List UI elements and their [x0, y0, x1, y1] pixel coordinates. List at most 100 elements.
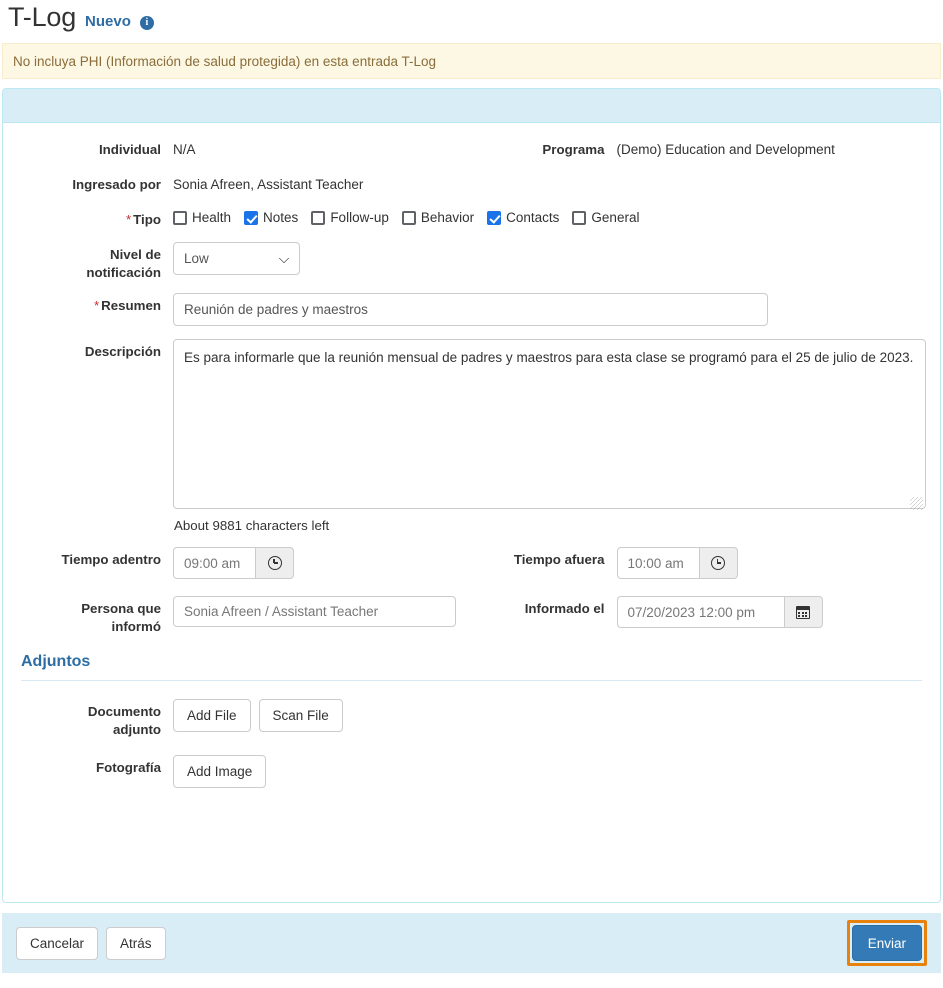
page-subtitle: Nuevo — [85, 13, 131, 30]
field-persona-informo: Persona que informó — [13, 596, 472, 636]
panel-body: Individual N/A Programa (Demo) Education… — [3, 123, 940, 788]
calendar-icon — [796, 605, 810, 619]
tipo-label: * Tipo — [13, 207, 173, 229]
field-individual: Individual N/A — [13, 137, 472, 159]
panel-heading — [3, 89, 940, 123]
informado-el-input[interactable] — [616, 596, 784, 628]
field-programa: Programa (Demo) Education and Developmen… — [472, 137, 931, 159]
informado-el-input-group — [616, 596, 823, 628]
documento-adjunto-buttons: Add File Scan File — [173, 699, 343, 732]
individual-value: N/A — [173, 142, 196, 157]
tiempo-afuera-label: Tiempo afuera — [513, 552, 605, 567]
ingresado-por-label: Ingresado por — [72, 177, 161, 192]
documento-adjunto-label-line1: Documento — [87, 704, 161, 719]
informado-el-label: Informado el — [524, 601, 605, 616]
tiempo-adentro-input-group — [173, 547, 294, 579]
fotografia-buttons: Add Image — [173, 755, 267, 788]
adjuntos-section-title: Adjuntos — [21, 653, 91, 670]
row-documento-adjunto: Documento adjunto Add File Scan File — [13, 699, 930, 739]
descripcion-textarea[interactable]: Es para informarle que la reunión mensua… — [173, 339, 926, 509]
submit-button-highlight: Enviar — [846, 920, 927, 966]
footer-left-buttons: Cancelar Atrás — [16, 926, 166, 960]
informado-el-calendar-button[interactable] — [783, 596, 823, 628]
tiempo-afuera-clock-button[interactable] — [698, 547, 738, 579]
documento-adjunto-label-line2: adjunto — [112, 722, 161, 737]
fotografia-label: Fotografía — [95, 760, 161, 775]
checkbox-general[interactable]: General — [572, 210, 639, 225]
ingresado-por-value: Sonia Afreen, Assistant Teacher — [173, 177, 364, 192]
checkbox-notes[interactable]: Notes — [244, 210, 298, 225]
tipo-label-text: Tipo — [133, 212, 161, 227]
nivel-notificacion-select[interactable]: Low Medium High — [173, 242, 300, 275]
persona-informo-label: Persona que informó — [13, 596, 173, 636]
clock-icon — [711, 556, 725, 570]
form-footer: Cancelar Atrás Enviar — [2, 913, 941, 973]
persona-informo-label-line2: informó — [111, 619, 162, 634]
descripcion-char-count: About 9881 characters left — [174, 518, 330, 533]
row-ingresado-por: Ingresado por Sonia Afreen, Assistant Te… — [13, 172, 930, 194]
row-tiempos: Tiempo adentro Tiempo afuera — [13, 547, 930, 579]
checkbox-behavior-box[interactable] — [401, 210, 416, 225]
scan-file-button[interactable]: Scan File — [258, 699, 343, 732]
checkbox-health[interactable]: Health — [173, 210, 231, 225]
field-tiempo-adentro: Tiempo adentro — [13, 547, 472, 579]
resumen-required-marker: * — [93, 298, 100, 313]
field-tiempo-afuera: Tiempo afuera — [472, 547, 931, 579]
resumen-label: * Resumen — [13, 293, 173, 315]
documento-adjunto-label: Documento adjunto — [13, 699, 173, 739]
page-title: T-Log — [8, 2, 77, 32]
descripcion-textarea-wrapper: Es para informarle que la reunión mensua… — [173, 339, 926, 514]
persona-informo-input[interactable] — [173, 596, 456, 627]
row-resumen: * Resumen — [13, 293, 930, 326]
row-persona-informado: Persona que informó Informado el — [13, 596, 930, 636]
tiempo-adentro-label: Tiempo adentro — [61, 552, 162, 567]
tiempo-adentro-clock-button[interactable] — [255, 547, 294, 579]
footer-right-buttons: Enviar — [846, 920, 927, 966]
checkbox-health-box[interactable] — [173, 210, 187, 225]
programa-label: Programa — [542, 142, 605, 157]
checkbox-follow-up-box[interactable] — [311, 210, 326, 225]
field-informado-el: Informado el — [472, 596, 931, 628]
tipo-required-marker: * — [125, 212, 132, 227]
tlog-form-panel: Individual N/A Programa (Demo) Education… — [2, 88, 941, 903]
checkbox-follow-up-label: Follow-up — [330, 210, 389, 225]
row-tipo: * Tipo Health Notes Follow-up Behavior C… — [13, 207, 930, 229]
tiempo-afuera-input[interactable] — [616, 547, 699, 579]
persona-informo-label-line1: Persona que — [81, 601, 161, 616]
submit-button[interactable]: Enviar — [851, 925, 922, 961]
back-button[interactable]: Atrás — [106, 926, 166, 960]
checkbox-behavior[interactable]: Behavior — [401, 210, 475, 225]
add-image-button[interactable]: Add Image — [173, 755, 267, 788]
info-icon[interactable]: i — [139, 16, 154, 30]
programa-value: (Demo) Education and Development — [616, 142, 835, 157]
checkbox-notes-box[interactable] — [244, 210, 259, 225]
page-header: T-Log Nuevo i — [0, 0, 943, 40]
checkbox-general-box[interactable] — [572, 210, 587, 225]
tipo-checkbox-group: Health Notes Follow-up Behavior Contacts — [173, 207, 644, 225]
nivel-notificacion-label: Nivel de notificación — [13, 242, 173, 282]
row-nivel-notificacion: Nivel de notificación Low Medium High — [13, 242, 930, 282]
checkbox-follow-up[interactable]: Follow-up — [311, 210, 389, 225]
descripcion-label: Descripción — [84, 344, 161, 359]
row-fotografia: Fotografía Add Image — [13, 755, 930, 788]
checkbox-notes-label: Notes — [263, 210, 299, 225]
adjuntos-divider — [21, 680, 922, 681]
tiempo-afuera-input-group — [616, 547, 738, 579]
add-file-button[interactable]: Add File — [173, 699, 251, 732]
checkbox-contacts[interactable]: Contacts — [487, 210, 559, 225]
checkbox-contacts-box[interactable] — [487, 210, 502, 225]
checkbox-contacts-label: Contacts — [506, 210, 560, 225]
resumen-label-text: Resumen — [101, 298, 161, 313]
checkbox-health-label: Health — [192, 210, 232, 225]
row-descripcion: Descripción Es para informarle que la re… — [13, 339, 930, 533]
cancel-button[interactable]: Cancelar — [16, 926, 99, 960]
individual-label: Individual — [98, 142, 161, 157]
tiempo-adentro-input[interactable] — [173, 547, 255, 579]
checkbox-general-label: General — [591, 210, 640, 225]
row-individual-programa: Individual N/A Programa (Demo) Education… — [13, 137, 930, 159]
checkbox-behavior-label: Behavior — [420, 210, 475, 225]
phi-warning-alert: No incluya PHI (Información de salud pro… — [2, 43, 941, 79]
nivel-notificacion-label-line2: notificación — [86, 265, 161, 280]
resumen-input[interactable] — [173, 293, 768, 326]
nivel-notificacion-label-line1: Nivel de — [110, 247, 161, 262]
